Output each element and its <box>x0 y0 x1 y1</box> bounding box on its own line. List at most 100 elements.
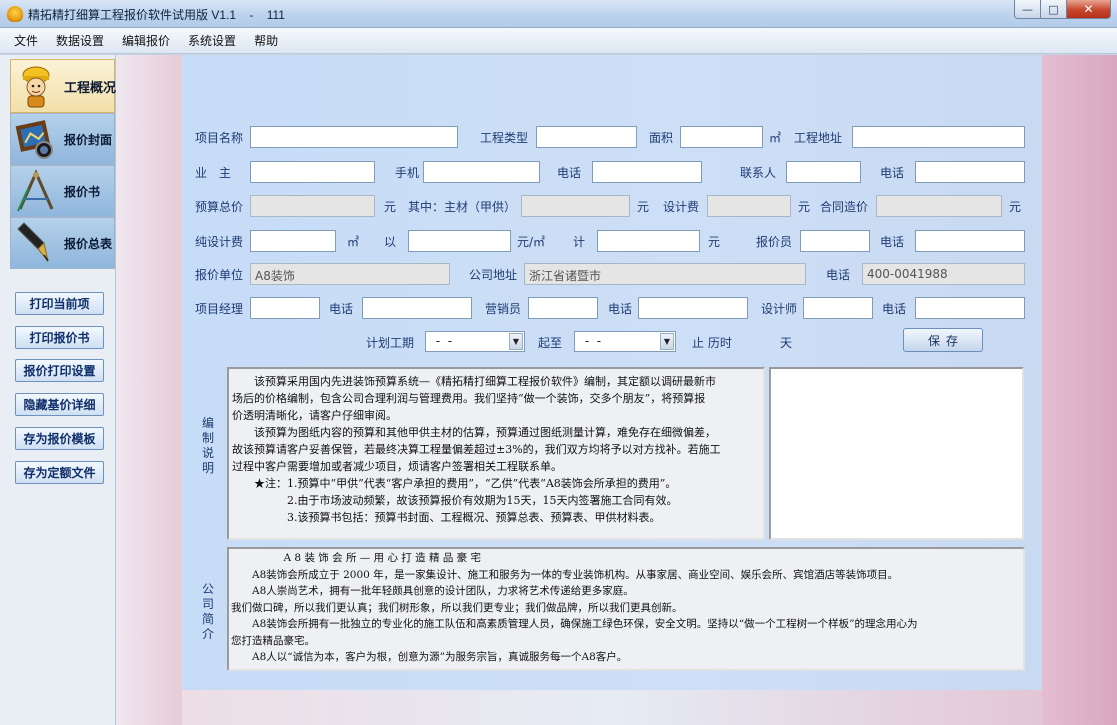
quote-unit-field: A8装饰 <box>250 263 450 285</box>
owner-label: 业 主 <box>195 166 232 180</box>
nav-quote-book[interactable]: 报价书 <box>10 165 115 217</box>
designer-phone-input[interactable] <box>915 297 1025 319</box>
phone-input[interactable] <box>592 161 702 183</box>
contract-price-field <box>876 195 1002 217</box>
project-type-input[interactable] <box>536 126 637 148</box>
nav-label: 工程概况 <box>64 80 117 96</box>
maximize-button[interactable]: □ <box>1041 0 1067 19</box>
save-button[interactable]: 保存 <box>903 328 983 352</box>
yuan-unit-label: 元 <box>708 235 721 249</box>
design-total-input[interactable] <box>597 230 700 252</box>
quote-unit-label: 报价单位 <box>195 268 244 282</box>
picture-frame-icon <box>15 120 53 159</box>
end-date-picker[interactable]: - - ▼ <box>574 331 676 352</box>
designer-input[interactable] <box>803 297 873 319</box>
background-band <box>182 690 1042 725</box>
area-input[interactable] <box>680 126 763 148</box>
notes-line: ★注：1.预算中“甲供”代表“客户承担的费用”，“乙供”代表“A8装饰会所承担的… <box>232 477 677 490</box>
quoter-phone-label: 电话 <box>880 235 905 249</box>
designer-phone-label: 电话 <box>882 302 907 316</box>
background-band <box>1042 55 1117 725</box>
notes-line: 2.由于市场波动频繁，故该预算报价有效期为15天，15天内签署施工合同有效。 <box>232 494 678 507</box>
minimize-icon: — <box>1022 2 1033 16</box>
notes-line: 3.该预算书包括：预算书封面、工程概况、预算总表、预算表、甲供材料表。 <box>232 511 661 524</box>
minimize-button[interactable]: — <box>1014 0 1041 19</box>
total-label: 计 <box>573 235 586 249</box>
project-manager-input[interactable] <box>250 297 320 319</box>
main-material-label: 其中：主材（甲供） <box>408 200 517 214</box>
save-as-quota-file-button[interactable]: 存为定额文件 <box>15 461 104 484</box>
menu-system-settings[interactable]: 系统设置 <box>188 32 236 49</box>
worker-icon <box>22 66 50 108</box>
chevron-down-icon[interactable]: ▼ <box>509 333 523 350</box>
menu-data-settings[interactable]: 数据设置 <box>56 32 104 49</box>
nav-quote-summary[interactable]: 报价总表 <box>10 217 115 269</box>
project-manager-label: 项目经理 <box>195 302 244 316</box>
days-label: 天 <box>780 336 793 350</box>
company-phone-field: 400-0041988 <box>862 263 1025 285</box>
sales-phone-label: 电话 <box>608 302 633 316</box>
save-as-template-button[interactable]: 存为报价模板 <box>15 427 104 450</box>
fountain-pen-icon <box>17 222 49 262</box>
nav-project-overview[interactable]: 工程概况 <box>10 59 117 113</box>
sales-input[interactable] <box>528 297 598 319</box>
notes-textarea[interactable]: 该预算采用国内先进装饰预算系统—《精拓精打细算工程报价软件》编制，其定额以调研最… <box>227 367 765 540</box>
contact-phone-input[interactable] <box>915 161 1025 183</box>
company-intro-textarea[interactable]: A 8 装 饰 会 所 — 用 心 打 造 精 品 豪 宅 A8装饰会所成立于 … <box>227 547 1025 671</box>
print-current-button[interactable]: 打印当前项 <box>15 292 104 315</box>
design-fee-label: 设计费 <box>663 200 700 214</box>
pm-phone-input[interactable] <box>362 297 472 319</box>
owner-input[interactable] <box>250 161 375 183</box>
company-line: 您打造精品豪宅。 <box>231 634 315 647</box>
nav-label: 报价封面 <box>64 132 113 147</box>
sales-label: 营销员 <box>485 302 522 316</box>
notes-line: 该预算为图纸内容的预算和其他甲供主材的估算，预算通过图纸测量计算，难免存在细微偏… <box>232 426 716 439</box>
menu-help[interactable]: 帮助 <box>254 32 278 49</box>
budget-total-label: 预算总价 <box>195 200 244 214</box>
company-line: A8装饰会所拥有一批独立的专业化的施工队伍和高素质管理人员，确保施工绿色环保，安… <box>231 618 918 630</box>
notes-line: 过程中客户需要增加或者减少项目，烦请客户签署相关工程联系单。 <box>232 460 562 473</box>
project-name-input[interactable] <box>250 126 458 148</box>
quote-print-settings-button[interactable]: 报价打印设置 <box>15 359 104 382</box>
phone-label: 电话 <box>557 166 582 180</box>
pure-design-fee-label: 纯设计费 <box>195 235 244 249</box>
yuan-unit-label: 元 <box>637 200 650 214</box>
unit-price-input[interactable] <box>408 230 511 252</box>
notes-line: 故该预算请客户妥善保管，若最终决算工程量偏差超过±3%的，我们双方均将予以对方找… <box>232 443 721 456</box>
sidebar: 工程概况 报价封面 报价书 报价总表 打印当前项 打印报价书 报价打印设置 隐藏… <box>0 55 116 725</box>
project-type-label: 工程类型 <box>480 131 529 145</box>
remarks-textarea[interactable] <box>769 367 1024 540</box>
yuan-unit-label: 元 <box>798 200 811 214</box>
close-icon: ✕ <box>1083 2 1094 16</box>
quoter-phone-input[interactable] <box>915 230 1025 252</box>
start-date-picker[interactable]: - - ▼ <box>425 331 525 352</box>
start-date-value: - - <box>432 334 456 348</box>
sales-phone-input[interactable] <box>638 297 748 319</box>
main-material-field <box>521 195 630 217</box>
hide-base-price-button[interactable]: 隐藏基价详细 <box>15 393 104 416</box>
company-line: A8装饰会所成立于 2000 年，是一家集设计、施工和服务为一体的专业装饰机构。… <box>231 568 899 581</box>
area-unit-label: ㎡ <box>769 131 782 145</box>
design-area-input[interactable] <box>250 230 336 252</box>
close-button[interactable]: ✕ <box>1067 0 1111 19</box>
quoter-input[interactable] <box>800 230 870 252</box>
company-line: A8人以“诚信为本，客户为根，创意为源”为服务宗旨，真诚服务每一个A8客户。 <box>231 651 628 663</box>
mobile-label: 手机 <box>395 166 420 180</box>
company-phone-label: 电话 <box>826 268 851 282</box>
project-address-input[interactable] <box>852 126 1025 148</box>
contract-price-label: 合同造价 <box>820 200 869 214</box>
nav-quote-cover[interactable]: 报价封面 <box>10 113 115 165</box>
chevron-down-icon[interactable]: ▼ <box>660 333 674 350</box>
pm-phone-label: 电话 <box>329 302 354 316</box>
designer-label: 设计师 <box>761 302 798 316</box>
end-date-value: - - <box>581 334 605 348</box>
menu-edit-quote[interactable]: 编辑报价 <box>122 32 170 49</box>
area-unit-label: ㎡ <box>347 235 360 249</box>
menu-file[interactable]: 文件 <box>14 32 38 49</box>
notes-line: 价透明清晰化，请客户仔细审阅。 <box>232 409 397 422</box>
contact-input[interactable] <box>786 161 861 183</box>
mobile-input[interactable] <box>423 161 540 183</box>
print-quote-book-button[interactable]: 打印报价书 <box>15 326 104 349</box>
yuan-per-sqm-label: 元/㎡ <box>517 235 546 249</box>
nav-label: 报价总表 <box>64 236 113 251</box>
